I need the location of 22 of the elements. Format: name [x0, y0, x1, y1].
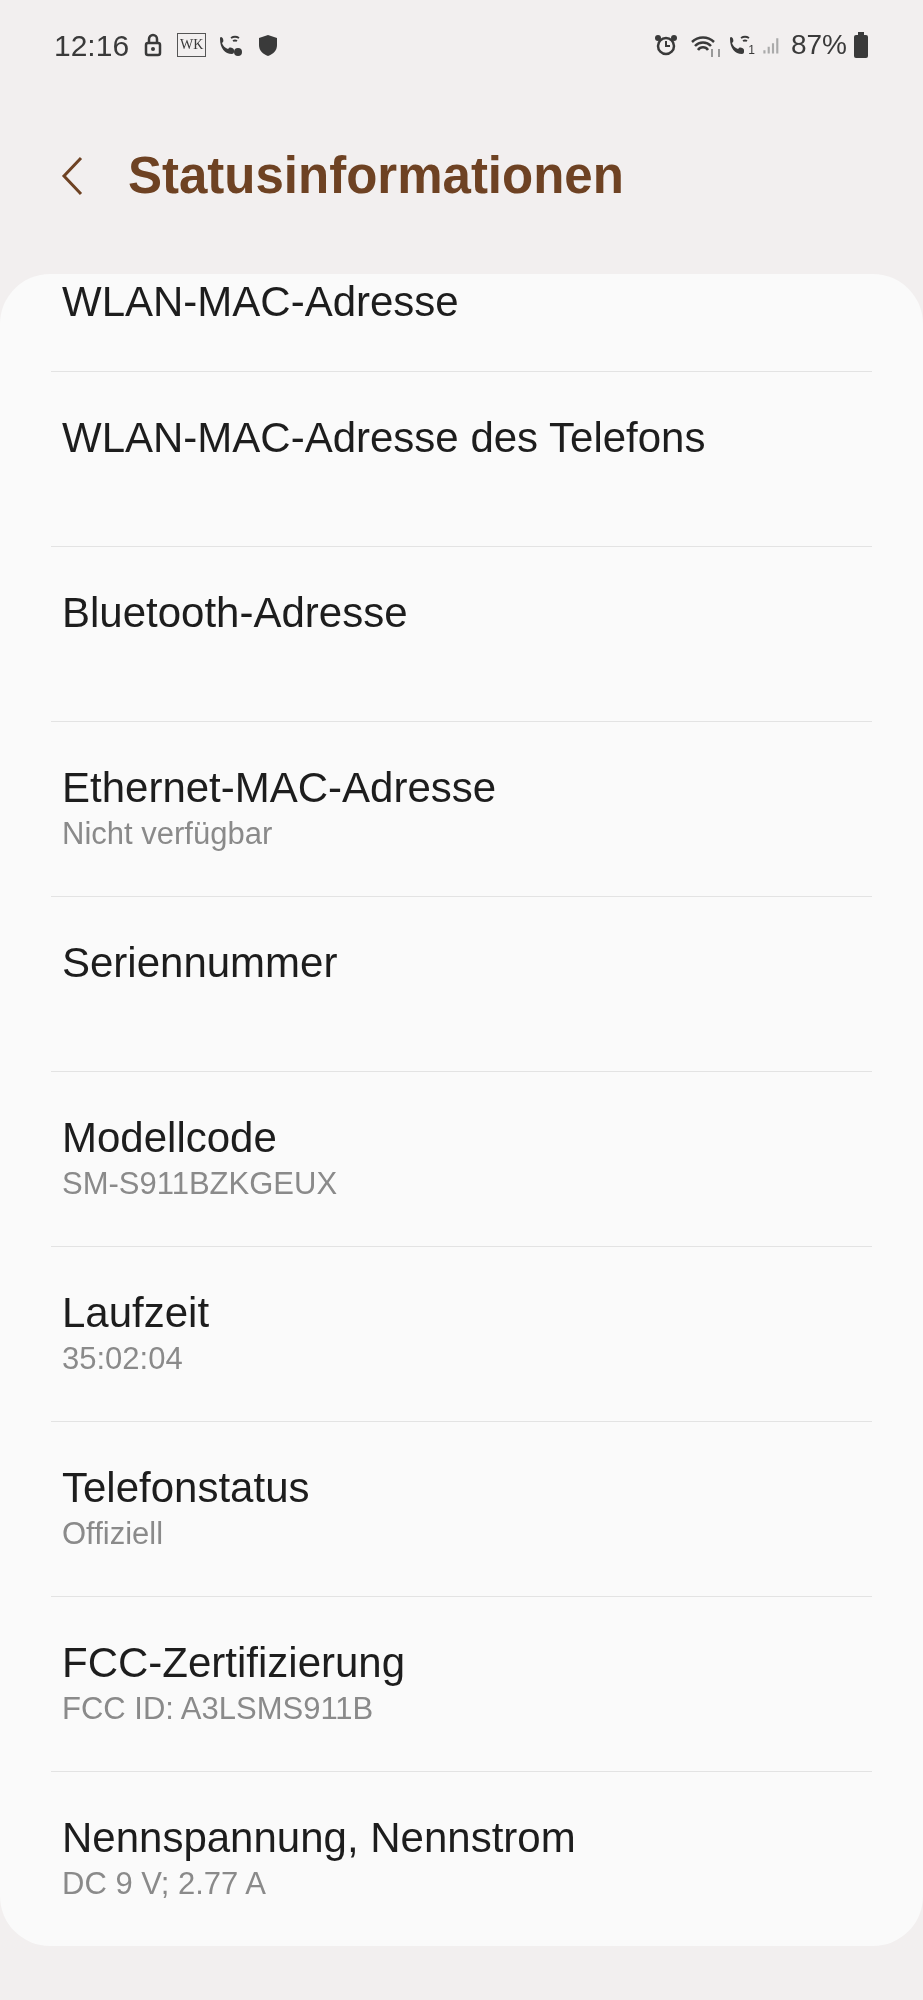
- page-title: Statusinformationen: [128, 145, 624, 206]
- item-title: Modellcode: [62, 1114, 278, 1162]
- item-title: Ethernet-MAC-Adresse: [62, 764, 498, 812]
- item-value: Offiziell: [62, 1515, 165, 1553]
- work-profile-badge: WK: [177, 33, 207, 57]
- item-value: Nicht verfügbar: [62, 815, 274, 853]
- item-title: FCC-Zertifizierung: [62, 1639, 407, 1687]
- battery-icon: [853, 32, 869, 58]
- item-title: Laufzeit: [62, 1289, 211, 1337]
- item-value: DC 9 V; 2.77 A: [62, 1865, 267, 1903]
- sim-number: 1: [748, 42, 755, 59]
- item-title: Seriennummer: [62, 939, 339, 987]
- item-title: WLAN-MAC-Adresse des Telefons: [62, 414, 707, 462]
- clock-time: 12:16: [54, 27, 130, 64]
- item-value: FCC ID: A3LSMS911B: [62, 1690, 375, 1728]
- item-value: SM-S911BZKGEUX: [62, 1165, 339, 1203]
- item-title: Nennspannung, Nennstrom: [62, 1814, 577, 1862]
- item-value: 35:02:04: [62, 1340, 184, 1378]
- item-title: Bluetooth-Adresse: [62, 589, 409, 637]
- item-title: Telefonstatus: [62, 1464, 311, 1512]
- item-title: WLAN-MAC-Adresse: [62, 278, 460, 326]
- battery-percent: 87%: [790, 28, 847, 62]
